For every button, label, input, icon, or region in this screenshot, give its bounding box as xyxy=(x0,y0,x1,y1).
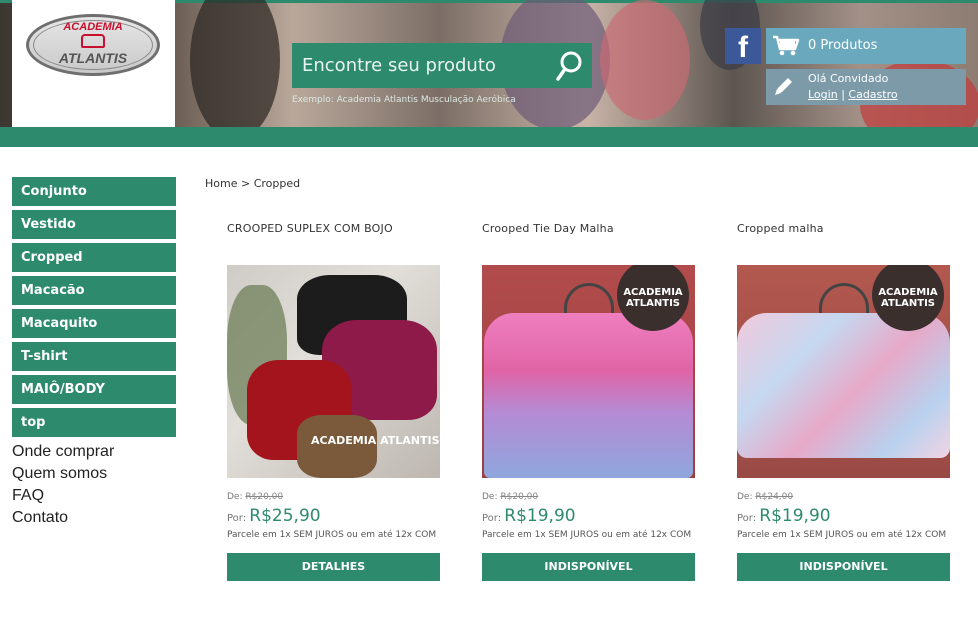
price-current-label: Por: xyxy=(227,513,247,524)
installment-text: Parcele em 1x SEM JUROS ou em até 12x CO… xyxy=(737,530,947,540)
product-title[interactable]: Cropped malha xyxy=(737,220,950,265)
details-button[interactable]: DETALHES xyxy=(227,553,440,581)
breadcrumb-current: Cropped xyxy=(253,177,301,190)
logo-emblem: ACADEMIA ATLANTIS xyxy=(26,14,160,76)
link-onde-comprar[interactable]: Onde comprar xyxy=(12,441,176,463)
unavailable-button[interactable]: INDISPONÍVEL xyxy=(482,553,695,581)
price-old-label: De: xyxy=(482,492,498,502)
login-link[interactable]: Login xyxy=(808,88,838,101)
logo-text-top: ACADEMIA xyxy=(63,21,123,33)
banner-photo-shape xyxy=(190,0,280,127)
price-current-value: R$19,90 xyxy=(759,506,831,526)
sidebar-item-vestido[interactable]: Vestido xyxy=(12,210,176,239)
search-input[interactable] xyxy=(292,43,544,88)
user-links: Login | Cadastro xyxy=(808,88,898,101)
product-image[interactable]: ACADEMIA ATLANTIS xyxy=(227,265,440,478)
product-card: Cropped malha ACADEMIA ATLANTIS De: R$24… xyxy=(737,220,950,581)
product-title[interactable]: Crooped Tie Day Malha xyxy=(482,220,695,265)
product-card: CROOPED SUPLEX COM BOJO ACADEMIA ATLANTI… xyxy=(227,220,440,581)
price-old-label: De: xyxy=(737,492,753,502)
user-greeting: Olá Convidado xyxy=(808,72,889,85)
search-icon xyxy=(556,51,582,81)
hanger-icon xyxy=(564,283,614,313)
product-image[interactable]: ACADEMIA ATLANTIS xyxy=(737,265,950,478)
price-current-label: Por: xyxy=(737,513,757,524)
banner-photo-shape xyxy=(600,0,690,120)
tie-dye-shirt-shape xyxy=(737,313,950,458)
header-bottom-band xyxy=(0,127,978,147)
facebook-button[interactable]: f xyxy=(725,28,761,64)
breadcrumb-home[interactable]: Home xyxy=(205,177,237,190)
price-old-value: R$24,00 xyxy=(755,492,794,502)
search-hint: Exemplo: Academia Atlantis Musculação Ae… xyxy=(292,95,516,105)
price-old-value: R$20,00 xyxy=(500,492,539,502)
price-old-value: R$20,00 xyxy=(245,492,284,502)
price-old: De: R$24,00 xyxy=(737,492,950,502)
breadcrumb-separator: > xyxy=(240,177,251,190)
price-current: Por: R$25,90 xyxy=(227,506,440,526)
category-sidebar: Conjunto Vestido Cropped Macacão Macaqui… xyxy=(12,177,176,529)
register-link[interactable]: Cadastro xyxy=(848,88,897,101)
installment-text: Parcele em 1x SEM JUROS ou em até 12x CO… xyxy=(482,530,692,540)
sidebar-item-conjunto[interactable]: Conjunto xyxy=(12,177,176,206)
hanger-icon xyxy=(819,283,869,313)
search-button[interactable] xyxy=(552,49,586,83)
sidebar-item-maio-body[interactable]: MAIÔ/BODY xyxy=(12,375,176,404)
breadcrumb: Home > Cropped xyxy=(205,177,300,190)
sidebar-item-macacao[interactable]: Macacão xyxy=(12,276,176,305)
sidebar-item-top[interactable]: top xyxy=(12,408,176,437)
cart-count: 0 Produtos xyxy=(808,38,878,53)
cart-button[interactable]: 0 Produtos xyxy=(766,28,966,64)
price-old: De: R$20,00 xyxy=(482,492,695,502)
price-current-value: R$25,90 xyxy=(249,506,321,526)
cart-icon xyxy=(773,35,800,56)
sidebar-item-macaquito[interactable]: Macaquito xyxy=(12,309,176,338)
product-image[interactable]: ACADEMIA ATLANTIS xyxy=(482,265,695,478)
pencil-icon xyxy=(775,78,792,95)
search-bar xyxy=(292,43,592,88)
logo[interactable]: ACADEMIA ATLANTIS xyxy=(12,0,175,127)
price-current: Por: R$19,90 xyxy=(482,506,695,526)
product-title[interactable]: CROOPED SUPLEX COM BOJO xyxy=(227,220,440,265)
link-faq[interactable]: FAQ xyxy=(12,485,176,507)
sidebar-item-t-shirt[interactable]: T-shirt xyxy=(12,342,176,371)
price-current-value: R$19,90 xyxy=(504,506,576,526)
facebook-icon: f xyxy=(738,31,748,64)
header-banner: ACADEMIA ATLANTIS Exemplo: Academia Atla… xyxy=(0,0,978,127)
tie-dye-shirt-shape xyxy=(484,313,693,478)
price-old: De: R$20,00 xyxy=(227,492,440,502)
product-card: Crooped Tie Day Malha ACADEMIA ATLANTIS … xyxy=(482,220,695,581)
watermark-text: ACADEMIA ATLANTIS xyxy=(311,434,440,447)
logo-text-bottom: ATLANTIS xyxy=(58,50,128,66)
logo-car-icon xyxy=(81,34,105,48)
price-old-label: De: xyxy=(227,492,243,502)
price-current-label: Por: xyxy=(482,513,502,524)
user-panel: Olá Convidado Login | Cadastro xyxy=(766,69,966,105)
user-link-separator: | xyxy=(841,88,845,101)
installment-text: Parcele em 1x SEM JUROS ou em até 12x CO… xyxy=(227,530,437,540)
sidebar-item-cropped[interactable]: Cropped xyxy=(12,243,176,272)
price-current: Por: R$19,90 xyxy=(737,506,950,526)
link-quem-somos[interactable]: Quem somos xyxy=(12,463,176,485)
link-contato[interactable]: Contato xyxy=(12,507,176,529)
unavailable-button[interactable]: INDISPONÍVEL xyxy=(737,553,950,581)
